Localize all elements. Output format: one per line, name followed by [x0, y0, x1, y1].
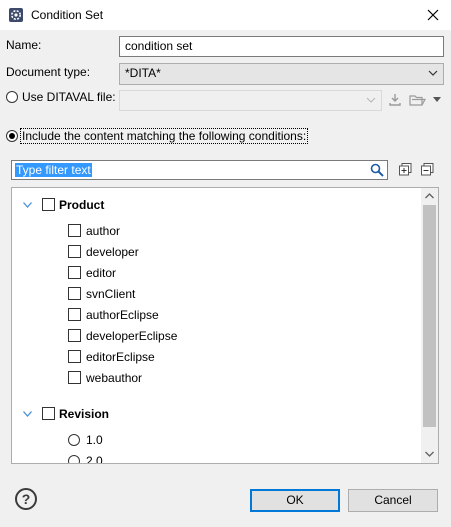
help-button[interactable]: ? [15, 488, 37, 510]
item-checkbox-developereclipse[interactable] [68, 329, 81, 342]
group-label-revision: Revision [59, 407, 110, 421]
tree-item-label: authorEclipse [86, 308, 159, 322]
tree-item-label: 2.0 [86, 454, 103, 464]
chevron-down-icon [366, 97, 376, 103]
tree-item-label: svnClient [86, 287, 136, 301]
tree-item-label: author [86, 224, 121, 238]
name-value: condition set [125, 39, 193, 53]
ditaval-radio[interactable] [6, 91, 18, 103]
tree-scrollbar[interactable] [421, 188, 438, 463]
folder-open-icon[interactable] [409, 93, 427, 107]
collapse-all-icon[interactable] [421, 163, 434, 176]
dropdown-arrow-icon[interactable] [433, 97, 441, 103]
cancel-button[interactable]: Cancel [348, 489, 438, 512]
filter-input[interactable]: Type filter text [11, 160, 388, 180]
expand-chevron-icon[interactable] [23, 411, 32, 417]
search-icon[interactable] [370, 163, 384, 177]
scroll-thumb[interactable] [423, 205, 436, 427]
app-icon [9, 8, 23, 22]
tree-item-label: developer [86, 245, 139, 259]
ok-button[interactable]: OK [250, 489, 340, 512]
ditaval-label: Use DITAVAL file: [22, 90, 116, 104]
scroll-up-icon[interactable] [425, 193, 434, 199]
item-checkbox-svnclient[interactable] [68, 287, 81, 300]
ditaval-file-combo[interactable] [119, 90, 382, 111]
scroll-down-icon[interactable] [425, 451, 434, 457]
include-conditions-label: Include the content matching the followi… [20, 128, 309, 144]
item-radio-1-0[interactable] [68, 434, 80, 446]
name-label: Name: [6, 38, 42, 52]
name-field[interactable]: condition set [119, 36, 444, 57]
close-button[interactable] [422, 4, 444, 26]
item-checkbox-editoreclipse[interactable] [68, 350, 81, 363]
tree-item-label: editor [86, 266, 117, 280]
document-type-value: *DITA* [125, 66, 161, 80]
tree-item-label: 1.0 [86, 433, 103, 447]
chevron-down-icon [428, 70, 438, 76]
download-icon[interactable] [388, 93, 402, 107]
tree-item-label: editorEclipse [86, 350, 155, 364]
item-checkbox-authoreclipse[interactable] [68, 308, 81, 321]
item-checkbox-webauthor[interactable] [68, 371, 81, 384]
item-checkbox-author[interactable] [68, 224, 81, 237]
close-icon [427, 9, 439, 21]
include-conditions-text: Include the content matching the followi… [20, 128, 309, 144]
document-type-select[interactable]: *DITA* [119, 63, 444, 85]
conditions-tree[interactable]: Product author developer editor svnClien… [11, 187, 439, 464]
document-type-label: Document type: [6, 65, 91, 79]
group-label-product: Product [59, 198, 105, 212]
tree-item-label: webauthor [86, 371, 143, 385]
expand-all-icon[interactable] [399, 163, 412, 176]
product-checkbox[interactable] [42, 198, 55, 211]
tree-item-label: developerEclipse [86, 329, 178, 343]
window-title: Condition Set [31, 8, 104, 22]
filter-text: Type filter text [15, 163, 92, 177]
help-icon: ? [21, 491, 31, 507]
item-radio-2-0[interactable] [68, 455, 80, 463]
item-checkbox-developer[interactable] [68, 245, 81, 258]
expand-chevron-icon[interactable] [23, 202, 32, 208]
item-checkbox-editor[interactable] [68, 266, 81, 279]
include-conditions-radio[interactable] [6, 130, 18, 142]
revision-checkbox[interactable] [42, 407, 55, 420]
